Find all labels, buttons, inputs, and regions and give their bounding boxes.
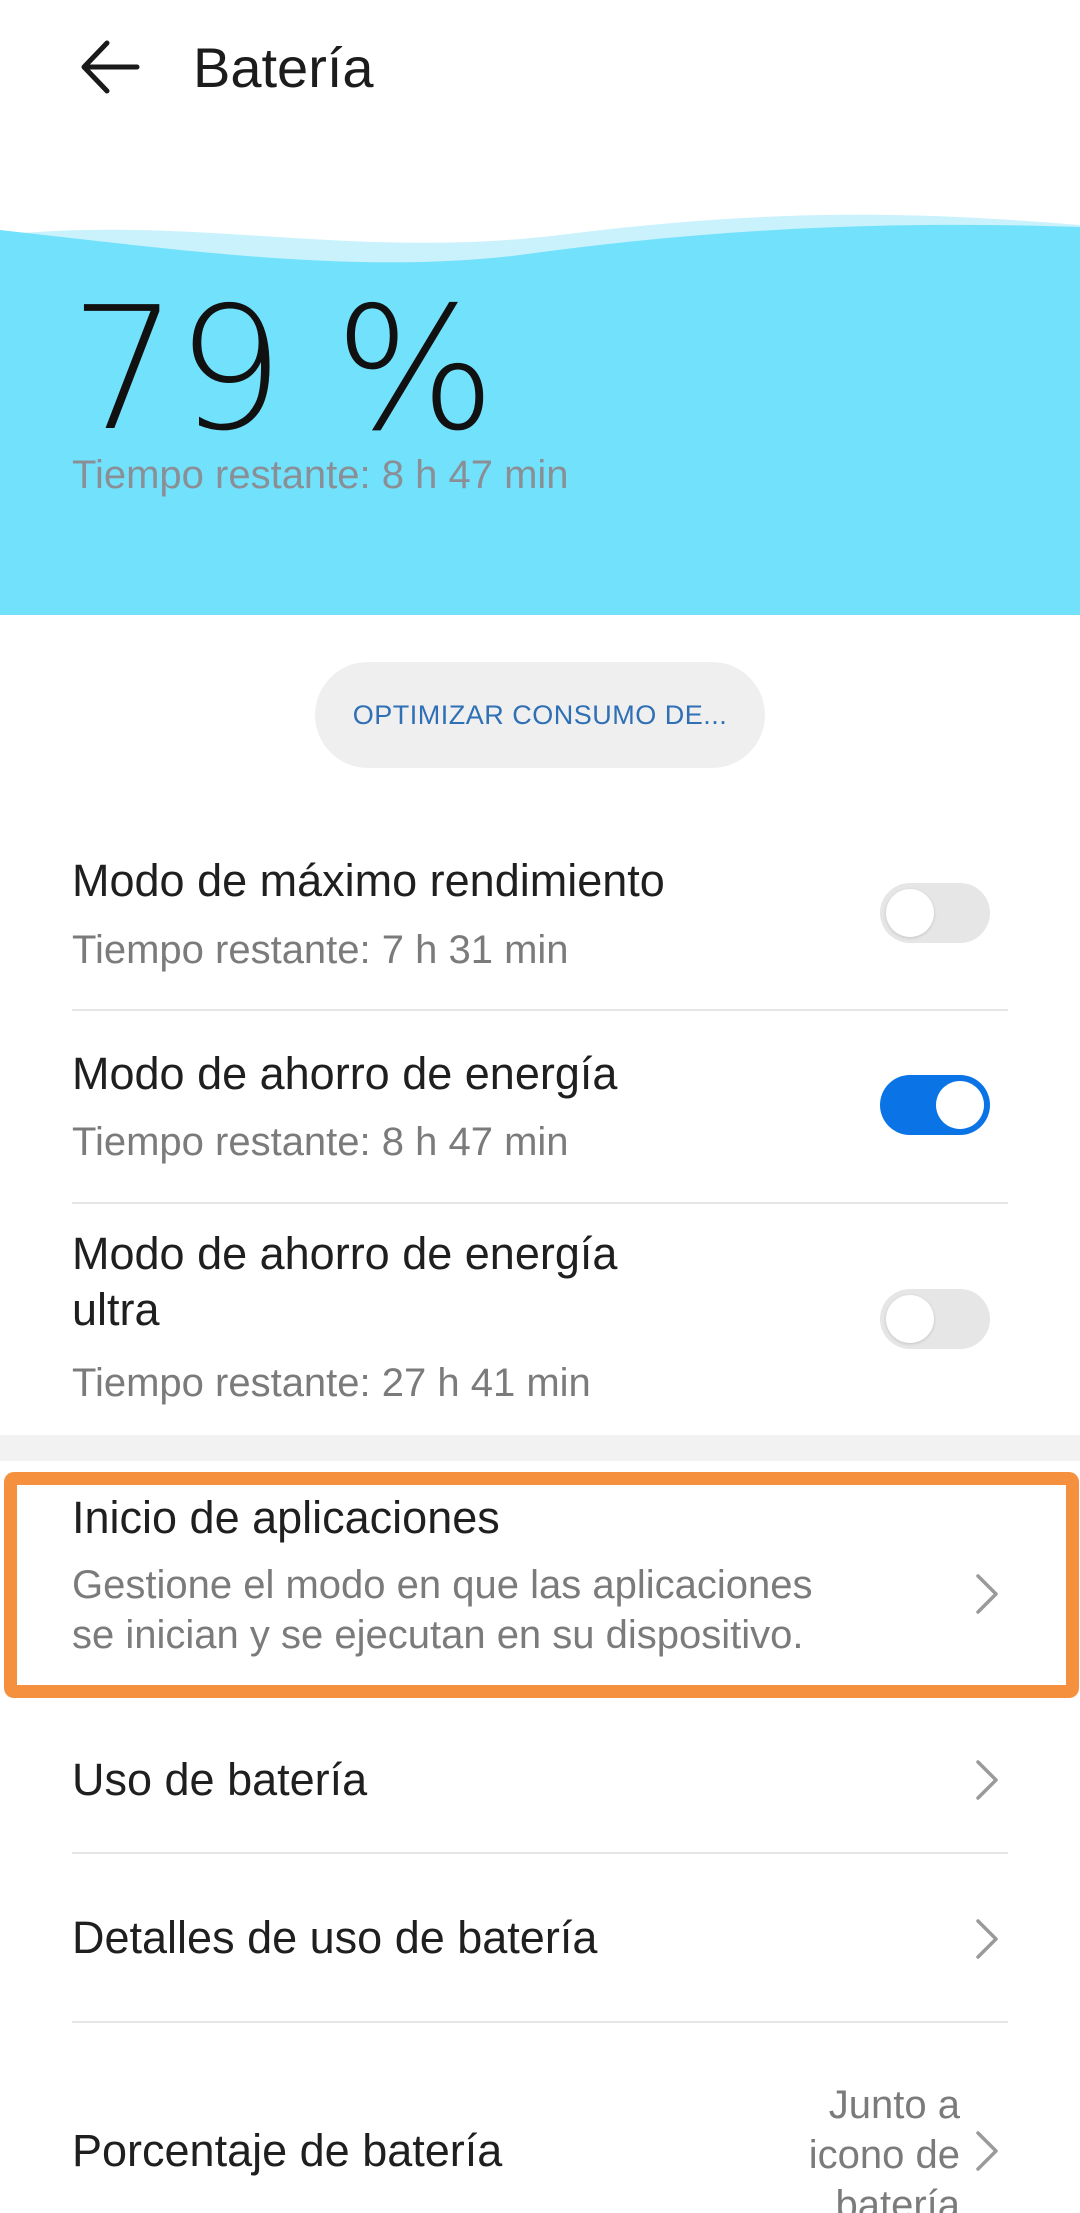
- mode-subtitle: Tiempo restante: 8 h 47 min: [72, 1120, 569, 1164]
- mode-title: Modo de máximo rendimiento: [72, 855, 665, 906]
- setting-title: Detalles de uso de batería: [72, 1912, 598, 1963]
- divider: [72, 1852, 1008, 1854]
- power-saving-toggle[interactable]: [880, 1075, 990, 1135]
- chevron-right-icon: [976, 1760, 998, 1800]
- page-title: Batería: [193, 36, 374, 99]
- settings-item-battery-usage[interactable]: Uso de batería: [0, 1710, 1080, 1850]
- mode-title: Modo de ahorro de energía: [72, 1048, 618, 1099]
- highlight-frame: [4, 1472, 1079, 1698]
- mode-row-power-saving[interactable]: Modo de ahorro de energía Tiempo restant…: [0, 1030, 1080, 1200]
- divider: [72, 2021, 1008, 2023]
- battery-remaining-time: Tiempo restante: 8 h 47 min: [72, 453, 569, 497]
- setting-title: Porcentaje de batería: [72, 2125, 503, 2176]
- toggle-knob: [936, 1081, 984, 1129]
- battery-percentage: 79 %: [70, 271, 496, 469]
- setting-title: Uso de batería: [72, 1754, 368, 1805]
- battery-percentage-value: Junto a icono de batería: [760, 2080, 960, 2213]
- mode-row-max-performance[interactable]: Modo de máximo rendimiento Tiempo restan…: [0, 840, 1080, 1010]
- value-line: batería: [835, 2183, 960, 2213]
- value-line: Junto a: [828, 2083, 960, 2127]
- value-line: icono de: [808, 2133, 960, 2177]
- divider: [72, 1202, 1008, 1204]
- mode-row-ultra-power-saving[interactable]: Modo de ahorro de energía ultra Tiempo r…: [0, 1225, 1080, 1435]
- max-performance-toggle[interactable]: [880, 883, 990, 943]
- mode-subtitle: Tiempo restante: 27 h 41 min: [72, 1361, 591, 1405]
- divider: [72, 1009, 1008, 1011]
- toggle-knob: [886, 889, 934, 937]
- app-header: Batería: [0, 0, 1080, 170]
- mode-subtitle: Tiempo restante: 7 h 31 min: [72, 928, 569, 972]
- arrow-left-icon: [81, 40, 140, 94]
- ultra-power-saving-toggle[interactable]: [880, 1289, 990, 1349]
- settings-item-battery-usage-details[interactable]: Detalles de uso de batería: [0, 1855, 1080, 2020]
- chevron-right-icon: [976, 1919, 998, 1959]
- toggle-knob: [886, 1295, 934, 1343]
- chevron-right-icon: [976, 2131, 998, 2171]
- mode-title-line1: Modo de ahorro de energía: [72, 1228, 618, 1279]
- mode-title-line2: ultra: [72, 1284, 160, 1335]
- back-button[interactable]: [60, 22, 160, 112]
- section-separator: [0, 1435, 1080, 1461]
- optimize-consumption-button[interactable]: OPTIMIZAR CONSUMO DE...: [315, 662, 765, 768]
